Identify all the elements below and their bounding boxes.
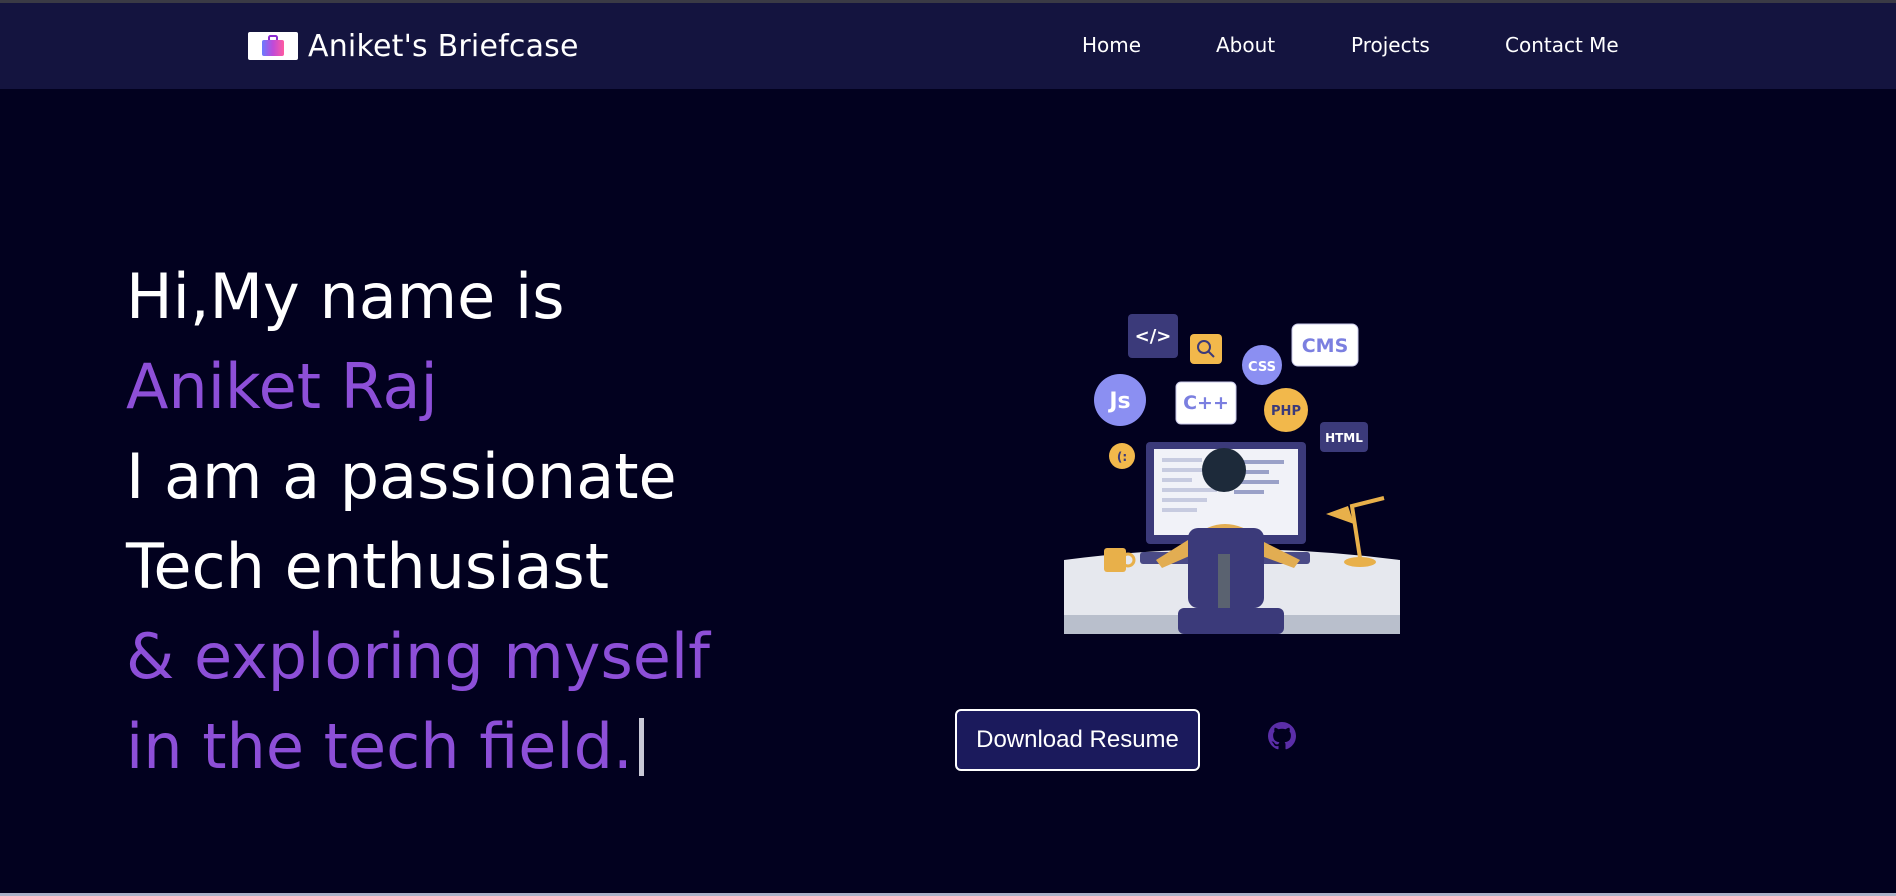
- hero-tagline-1: I am a passionate: [126, 440, 677, 513]
- svg-text:CMS: CMS: [1302, 335, 1349, 357]
- navbar: Aniket's Briefcase Home About Projects C…: [0, 3, 1896, 89]
- hero-greeting: Hi,My name is: [126, 260, 565, 333]
- download-resume-button[interactable]: Download Resume: [955, 709, 1200, 771]
- svg-text:</>: </>: [1135, 326, 1172, 347]
- hero-tagline-2: Tech enthusiast: [126, 530, 610, 603]
- typing-cursor: [638, 718, 644, 776]
- svg-text:(:: (:: [1117, 450, 1127, 464]
- nav-projects-link[interactable]: Projects: [1351, 33, 1430, 57]
- svg-text:HTML: HTML: [1325, 431, 1363, 445]
- developer-illustration: </> CMS CSS Js C++ PHP HTML (:: [1064, 314, 1400, 634]
- nav-contact-link[interactable]: Contact Me: [1505, 33, 1619, 57]
- svg-text:PHP: PHP: [1271, 404, 1301, 419]
- nav-about-link[interactable]: About: [1216, 33, 1275, 57]
- svg-text:CSS: CSS: [1248, 360, 1276, 375]
- hero-name: Aniket Raj: [126, 350, 438, 423]
- hero-tagline-4-text: in the tech field.: [126, 710, 633, 783]
- hero-tagline-3: & exploring myself: [126, 620, 710, 693]
- hero-tagline-4: in the tech field.: [126, 702, 906, 792]
- nav-links: Home About Projects Contact Me: [0, 33, 1896, 63]
- svg-text:C++: C++: [1183, 392, 1229, 414]
- nav-home-link[interactable]: Home: [1082, 33, 1141, 57]
- hero-intro: Hi,My name is Aniket Raj I am a passiona…: [126, 252, 906, 792]
- svg-text:Js: Js: [1107, 389, 1130, 414]
- github-icon[interactable]: [1268, 722, 1296, 750]
